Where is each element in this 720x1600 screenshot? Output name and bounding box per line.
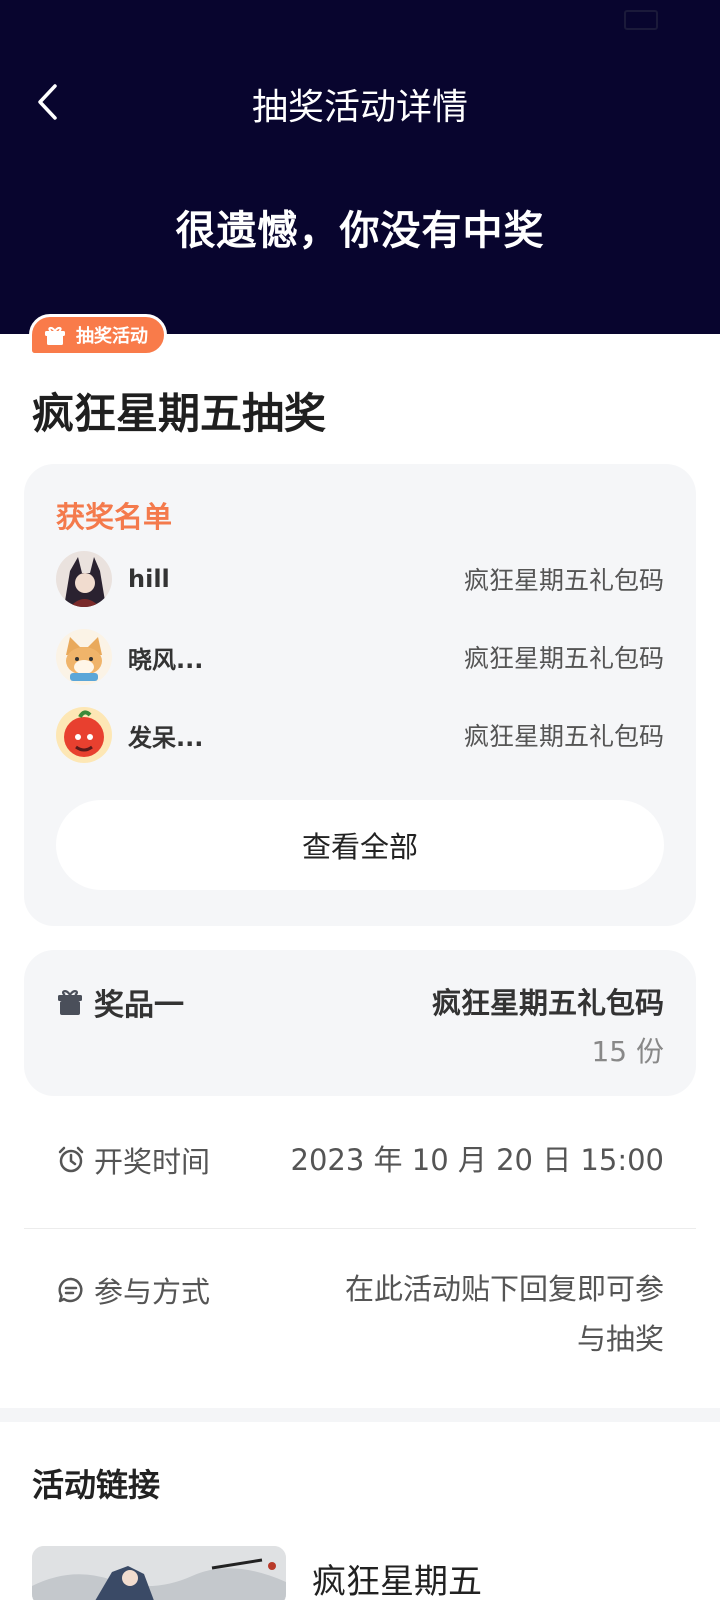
winners-heading: 获奖名单 [56, 500, 173, 534]
winner-prize: 疯狂星期五礼包码 [463, 722, 664, 751]
alarm-clock-icon [58, 1146, 84, 1173]
avatar [56, 551, 112, 607]
link-item-title[interactable]: 疯狂星期五 [312, 1554, 482, 1600]
header-banner: 抽奖活动详情 很遗憾，你没有中奖 [0, 0, 720, 334]
participation-value-line: 与抽奖 [576, 1322, 664, 1356]
winner-row[interactable]: hill 疯狂星期五礼包码 [56, 550, 664, 608]
activity-tag: 抽奖活动 [29, 314, 167, 356]
prize-label-group: 奖品一 [56, 980, 184, 1024]
winner-row[interactable]: 晓风... 疯狂星期五礼包码 [56, 628, 664, 686]
winner-prize: 疯狂星期五礼包码 [463, 644, 664, 673]
draw-time-row: 开奖时间 2023 年 10 月 20 日 15:00 [56, 1140, 664, 1180]
result-message: 很遗憾，你没有中奖 [175, 208, 545, 254]
prize-count: 15 份 [591, 1035, 664, 1068]
activity-tag-label: 抽奖活动 [76, 326, 148, 347]
draw-time-label: 开奖时间 [94, 1145, 211, 1179]
winner-row[interactable]: 发呆... 疯狂星期五礼包码 [56, 706, 664, 764]
status-bar [0, 0, 720, 46]
gift-icon [58, 990, 82, 1015]
winners-card: 获奖名单 hill 疯狂星期五礼包码 晓风... 疯狂星期五礼包码 发呆... … [24, 464, 696, 926]
winner-name: 发呆... [128, 723, 204, 752]
winner-name: hill [128, 565, 170, 593]
participation-label: 参与方式 [94, 1275, 211, 1309]
winner-name: 晓风... [128, 645, 204, 674]
avatar [56, 629, 112, 685]
activity-title: 疯狂星期五抽奖 [32, 389, 327, 438]
page-title: 抽奖活动详情 [251, 87, 468, 128]
view-all-button[interactable]: 查看全部 [56, 800, 664, 890]
links-section-title: 活动链接 [32, 1466, 161, 1504]
prize-card: 奖品一 疯狂星期五礼包码 15 份 [24, 950, 696, 1096]
prize-name: 疯狂星期五礼包码 [431, 986, 664, 1020]
comment-icon [58, 1277, 83, 1303]
gift-icon [42, 322, 68, 348]
participation-row: 参与方式 在此活动贴下回复即可参 与抽奖 [56, 1270, 664, 1364]
draw-time-value: 2023 年 10 月 20 日 15:00 [290, 1143, 665, 1177]
draw-time-label-group: 开奖时间 [56, 1140, 210, 1180]
winner-prize: 疯狂星期五礼包码 [463, 566, 664, 595]
section-divider [0, 1408, 720, 1422]
avatar [56, 707, 112, 763]
divider [24, 1228, 696, 1229]
status-bar-right [624, 10, 664, 30]
participation-value: 在此活动贴下回复即可参 与抽奖 [345, 1264, 664, 1364]
battery-icon [624, 10, 658, 30]
prize-label: 奖品一 [94, 988, 184, 1023]
participation-value-line: 在此活动贴下回复即可参 [344, 1272, 664, 1306]
link-thumbnail[interactable] [32, 1546, 286, 1600]
participation-label-group: 参与方式 [56, 1270, 210, 1310]
